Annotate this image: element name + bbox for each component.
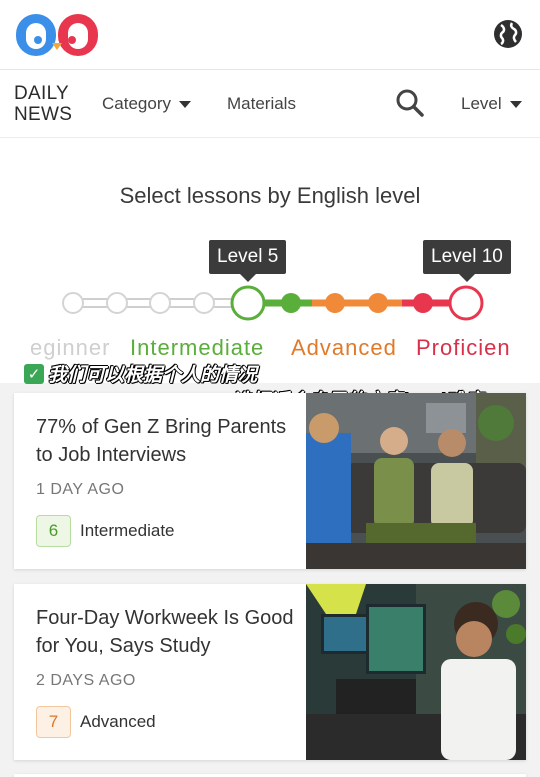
materials-link[interactable]: Materials	[227, 94, 296, 114]
materials-label: Materials	[227, 94, 296, 113]
overlay-caption-1-text: 我们可以根据个人的情况	[48, 365, 258, 386]
brand-title[interactable]: DAILY NEWS	[14, 83, 72, 125]
level-5-tooltip: Level 5	[209, 240, 287, 282]
level-8-dot	[368, 293, 388, 313]
category-dropdown[interactable]: Category	[102, 94, 191, 114]
category-label: Category	[102, 94, 171, 113]
level-dropdown[interactable]: Level	[461, 94, 522, 114]
level-selector-title: Select lessons by English level	[119, 183, 421, 208]
level-7-dot	[325, 293, 345, 313]
article-title[interactable]: 77% of Gen Z Bring Parents to Job Interv…	[36, 413, 296, 469]
nav-bar: DAILY NEWS Category Materials Level	[0, 70, 540, 138]
overlay-caption-1: ✓ 我们可以根据个人的情况	[24, 360, 257, 387]
article-card[interactable]: Four-Day Workweek Is Good for You, Says …	[14, 584, 526, 760]
article-thumbnail[interactable]	[306, 393, 526, 569]
level-2-dot	[106, 292, 128, 314]
level-6-dot	[281, 293, 301, 313]
article-date: 1 DAY AGO	[36, 481, 125, 498]
brand-line-2: NEWS	[14, 104, 73, 125]
globe-icon[interactable]	[492, 18, 524, 50]
level-badge: 7	[36, 706, 71, 738]
level-proficient-label[interactable]: Proficien	[416, 335, 511, 361]
level-badge-label: Advanced	[80, 712, 156, 731]
level-range-slider[interactable]	[0, 278, 540, 328]
article-thumbnail[interactable]	[306, 584, 526, 760]
top-bar	[0, 0, 540, 70]
level-1-dot	[62, 292, 84, 314]
level-5-handle	[230, 285, 266, 321]
level-label: Level	[461, 94, 502, 113]
level-selector-section: Select lessons by English level Level 5 …	[0, 138, 540, 383]
search-icon[interactable]	[395, 88, 425, 118]
level-badge-label: Intermediate	[80, 521, 175, 540]
check-mark-icon: ✓	[24, 363, 44, 384]
level-advanced-label[interactable]: Advanced	[291, 335, 397, 361]
chevron-down-icon	[509, 100, 522, 108]
level-10-tooltip: Level 10	[423, 240, 511, 282]
level-9-dot	[413, 293, 433, 313]
article-card[interactable]: 77% of Gen Z Bring Parents to Job Interv…	[14, 393, 526, 569]
level-4-dot	[193, 292, 215, 314]
article-title[interactable]: Four-Day Workweek Is Good for You, Says …	[36, 604, 296, 660]
level-3-dot	[149, 292, 171, 314]
article-date: 2 DAYS AGO	[36, 672, 136, 689]
level-badge: 6	[36, 515, 71, 547]
level-intermediate-label[interactable]: Intermediate	[130, 335, 264, 361]
level-beginner-label[interactable]: eginner	[30, 335, 110, 361]
level-10-handle	[448, 285, 484, 321]
chevron-down-icon	[178, 100, 191, 108]
owl-logo-icon[interactable]	[14, 10, 100, 60]
brand-line-1: DAILY	[14, 83, 70, 104]
